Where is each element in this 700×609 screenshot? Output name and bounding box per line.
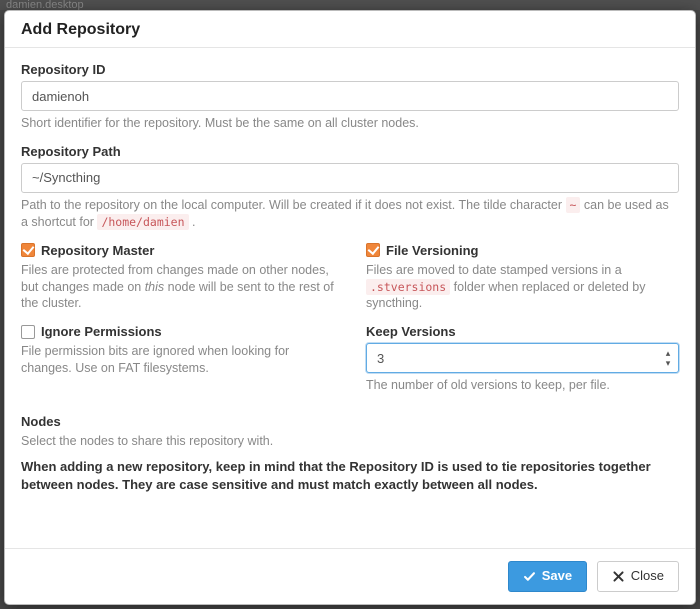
repository-id-help: Short identifier for the repository. Mus… — [21, 115, 679, 132]
modal-title: Add Repository — [21, 21, 679, 39]
keep-versions-label: Keep Versions — [366, 324, 679, 339]
close-button[interactable]: Close — [597, 561, 679, 592]
repository-path-label: Repository Path — [21, 144, 679, 159]
file-versioning-row: File Versioning — [366, 243, 679, 258]
check-icon — [523, 570, 536, 583]
repository-master-help: Files are protected from changes made on… — [21, 262, 334, 313]
spinner-up-icon[interactable]: ▴ — [661, 348, 675, 358]
modal-footer: Save Close — [5, 548, 695, 604]
backdrop-text: damien.desktop — [6, 0, 84, 10]
options-row: Repository Master Files are protected fr… — [21, 243, 679, 407]
nodes-help: Select the nodes to share this repositor… — [21, 433, 679, 450]
ignore-permissions-checkbox[interactable] — [21, 325, 35, 339]
right-column: File Versioning Files are moved to date … — [350, 243, 679, 407]
window-backdrop: damien.desktop — [0, 0, 700, 10]
keep-versions-help: The number of old versions to keep, per … — [366, 377, 679, 394]
repository-path-input[interactable] — [21, 163, 679, 193]
save-button-label: Save — [542, 568, 572, 585]
tilde-code: ~ — [566, 197, 581, 213]
keep-versions-spinner: ▴ ▾ — [366, 343, 679, 373]
repository-id-label: Repository ID — [21, 62, 679, 77]
ignore-permissions-row: Ignore Permissions — [21, 324, 334, 339]
repository-master-checkbox[interactable] — [21, 243, 35, 257]
repository-id-group: Repository ID Short identifier for the r… — [21, 62, 679, 132]
keep-versions-input[interactable] — [366, 343, 679, 373]
spinner-down-icon[interactable]: ▾ — [661, 358, 675, 368]
nodes-heading: Nodes — [21, 414, 679, 429]
modal-header: Add Repository — [5, 11, 695, 48]
file-versioning-checkbox[interactable] — [366, 243, 380, 257]
master-help-em: this — [145, 280, 164, 294]
add-repository-modal: Add Repository Repository ID Short ident… — [4, 10, 696, 605]
file-versioning-help: Files are moved to date stamped versions… — [366, 262, 679, 313]
close-icon — [612, 570, 625, 583]
stversions-code: .stversions — [366, 279, 450, 295]
home-path-code: /home/damien — [97, 214, 188, 230]
repository-path-group: Repository Path Path to the repository o… — [21, 144, 679, 231]
left-column: Repository Master Files are protected fr… — [21, 243, 350, 407]
ignore-permissions-label: Ignore Permissions — [41, 324, 162, 339]
modal-body: Repository ID Short identifier for the r… — [5, 48, 695, 548]
repo-path-help-pre: Path to the repository on the local comp… — [21, 198, 566, 212]
repository-master-label: Repository Master — [41, 243, 154, 258]
repository-path-help: Path to the repository on the local comp… — [21, 197, 679, 231]
ignore-permissions-help: File permission bits are ignored when lo… — [21, 343, 334, 377]
bold-note: When adding a new repository, keep in mi… — [21, 458, 679, 493]
repo-path-help-post: . — [192, 215, 195, 229]
save-button[interactable]: Save — [508, 561, 587, 592]
close-button-label: Close — [631, 568, 664, 585]
repository-id-input[interactable] — [21, 81, 679, 111]
versioning-help-pre: Files are moved to date stamped versions… — [366, 263, 622, 277]
file-versioning-label: File Versioning — [386, 243, 478, 258]
repository-master-row: Repository Master — [21, 243, 334, 258]
